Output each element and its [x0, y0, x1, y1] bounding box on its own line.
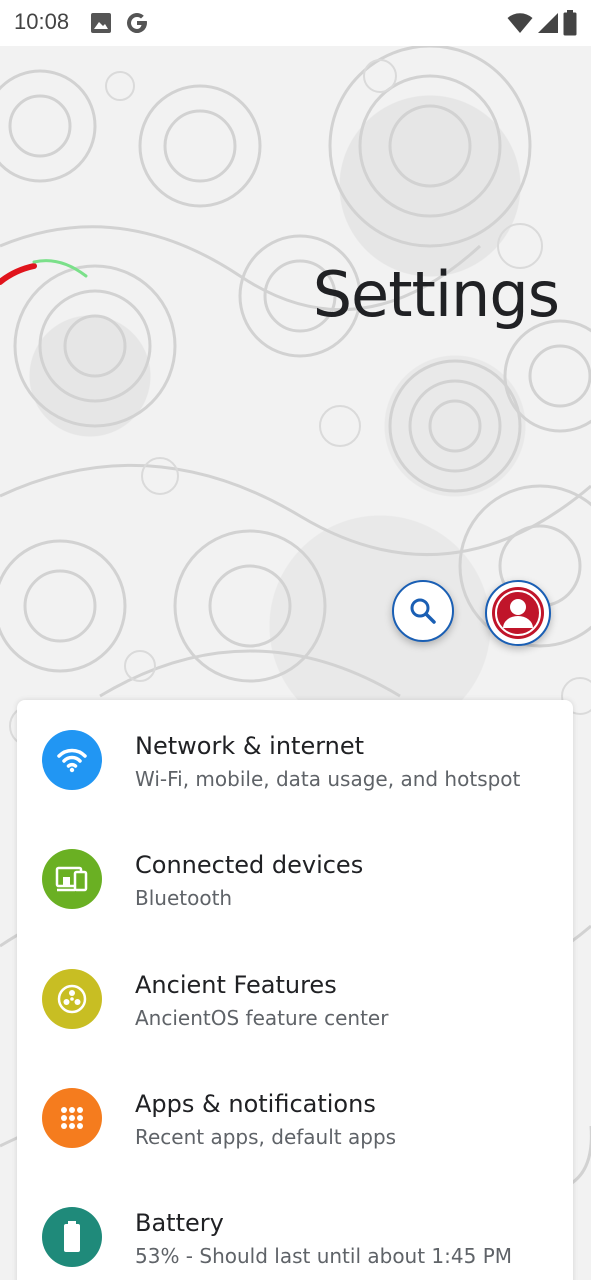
search-button[interactable] — [392, 580, 454, 642]
settings-item-network[interactable]: Network & internet Wi-Fi, mobile, data u… — [17, 700, 573, 819]
settings-item-connected-devices[interactable]: Connected devices Bluetooth — [17, 819, 573, 938]
item-title: Battery — [135, 1209, 224, 1237]
item-title: Network & internet — [135, 732, 365, 760]
wifi-icon — [507, 13, 533, 33]
signal-icon — [538, 13, 558, 33]
google-g-icon — [127, 13, 148, 34]
item-summary: Wi-Fi, mobile, data usage, and hotspot — [135, 767, 521, 791]
status-time: 10:08 — [14, 9, 70, 34]
battery-icon — [42, 1207, 102, 1267]
item-summary: Recent apps, default apps — [135, 1125, 397, 1149]
image-icon — [91, 13, 111, 33]
wifi-icon — [42, 730, 102, 790]
devices-icon — [42, 849, 102, 909]
apps-grid-icon — [42, 1088, 102, 1148]
page-title: Settings — [312, 258, 560, 331]
item-summary: AncientOS feature center — [135, 1006, 389, 1030]
battery-icon — [563, 10, 577, 36]
ancient-icon — [42, 969, 102, 1029]
account-button[interactable] — [485, 580, 551, 646]
status-bar: 10:08 — [0, 0, 591, 46]
search-icon — [410, 598, 436, 624]
item-title: Apps & notifications — [135, 1090, 376, 1118]
item-title: Connected devices — [135, 851, 364, 879]
item-summary: Bluetooth — [135, 886, 233, 910]
item-summary: 53% - Should last until about 1:45 PM — [135, 1244, 513, 1268]
settings-item-apps-notifications[interactable]: Apps & notifications Recent apps, defaul… — [17, 1057, 573, 1176]
account-icon — [492, 587, 544, 639]
settings-list-card: Network & internet Wi-Fi, mobile, data u… — [17, 700, 573, 1280]
settings-item-battery[interactable]: Battery 53% - Should last until about 1:… — [17, 1176, 573, 1280]
settings-item-ancient-features[interactable]: Ancient Features AncientOS feature cente… — [17, 938, 573, 1057]
settings-screen: 10:08 Settings Network & internet Wi-Fi,… — [0, 0, 591, 1280]
item-title: Ancient Features — [135, 971, 337, 999]
decorative-arc — [0, 259, 88, 285]
